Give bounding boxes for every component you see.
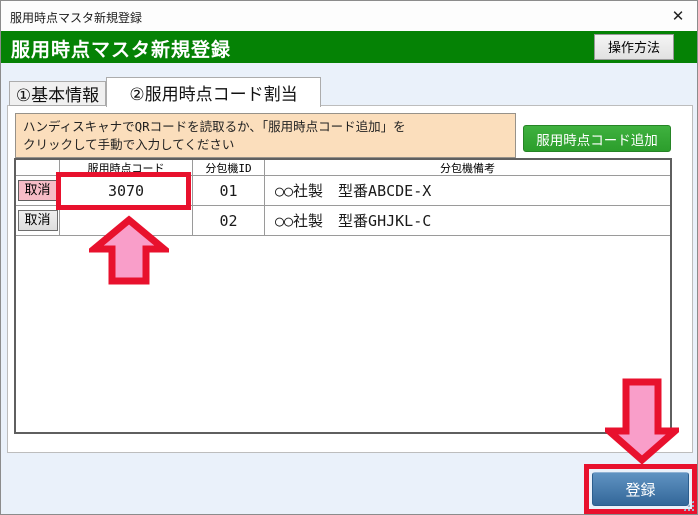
title-bar[interactable]: 服用時点マスタ新規登録 ✕	[1, 1, 697, 31]
instruction-line2: クリックして手動で入力してください	[23, 137, 235, 153]
register-button[interactable]: 登録	[592, 472, 689, 506]
page-title: 服用時点マスタ新規登録	[11, 39, 232, 61]
cancel-button-row1[interactable]: 取消	[17, 180, 58, 201]
cancel-button-row2[interactable]: 取消	[17, 210, 58, 231]
code-cell-row1[interactable]: 3070	[60, 176, 193, 205]
remarks-cell-row1: ○○社製 型番ABCDE-X	[275, 182, 432, 200]
header-remarks: 分包機備考	[440, 161, 495, 175]
instruction-banner: ハンディスキャナでQRコードを読取るか、「服用時点コード追加」を クリックして手…	[15, 113, 516, 158]
table-row: 取消 02 ○○社製 型番GHJKL-C	[16, 206, 670, 236]
dialog-window: 服用時点マスタ新規登録 ✕ 服用時点マスタ新規登録 操作方法 ①基本情報 ②服用…	[0, 0, 698, 515]
header-bar: 服用時点マスタ新規登録	[1, 31, 697, 63]
machine-id-cell-row2: 02	[193, 206, 265, 235]
window-title: 服用時点マスタ新規登録	[10, 11, 143, 25]
add-code-button[interactable]: 服用時点コード追加	[523, 125, 671, 152]
header-machine-id: 分包機ID	[193, 160, 265, 175]
machine-id-cell-row1: 01	[193, 176, 265, 205]
tab-basic-info[interactable]: ①基本情報	[9, 81, 106, 106]
table-row: 取消 3070 01 ○○社製 型番ABCDE-X	[16, 176, 670, 206]
table-header-row: 服用時点コード 分包機ID 分包機備考	[16, 160, 670, 176]
remarks-cell-row2: ○○社製 型番GHJKL-C	[275, 212, 432, 230]
code-assignment-table: 服用時点コード 分包機ID 分包機備考 取消 3070 01 ○○社製 型番AB…	[14, 158, 672, 434]
header-code: 服用時点コード	[60, 160, 193, 175]
tab-code-assignment[interactable]: ②服用時点コード割当	[106, 77, 321, 107]
help-button[interactable]: 操作方法	[594, 34, 674, 60]
instruction-line1: ハンディスキャナでQRコードを読取るか、「服用時点コード追加」を	[23, 119, 406, 134]
close-icon[interactable]: ✕	[665, 4, 691, 28]
code-cell-row2[interactable]	[60, 206, 193, 235]
header-cancel	[16, 160, 60, 175]
